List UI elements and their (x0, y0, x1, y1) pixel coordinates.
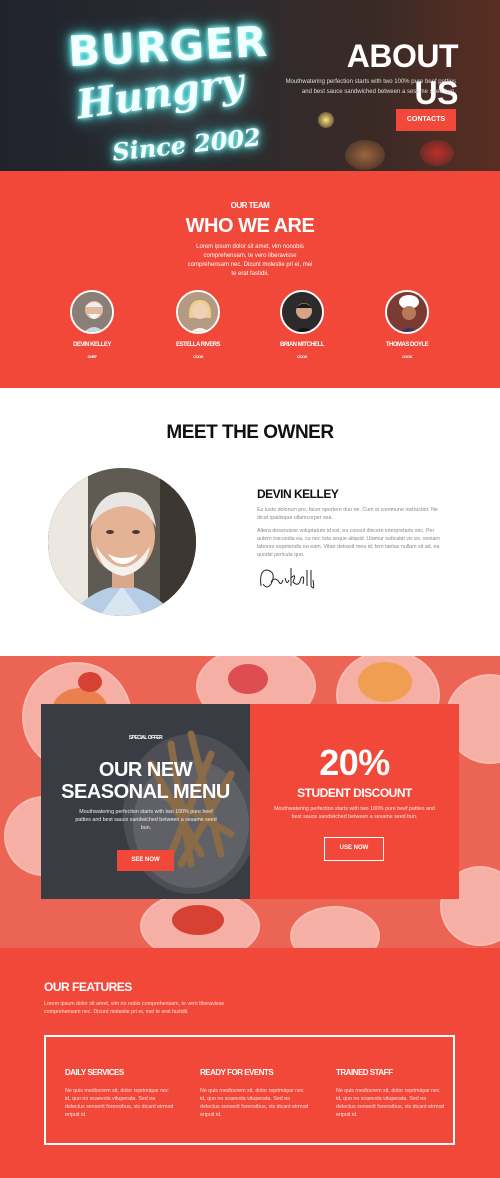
team-member: ESTELLA RIVERS COOK (158, 290, 238, 359)
feature-title: READY FOR EVENTS (200, 1068, 274, 1077)
seasonal-menu-title-line-1: OUR NEW (98, 759, 193, 781)
page-title: ABOUT US (346, 38, 459, 111)
light-bokeh (318, 112, 334, 128)
hero-subtitle: Mouthwatering perfection starts with two… (285, 79, 456, 95)
see-now-button[interactable]: SEE NOW (117, 850, 174, 871)
feature-text: Ne quis mediocrem sit, dolor reprimique … (65, 1088, 174, 1118)
signature-icon (260, 568, 315, 589)
team-title: WHO WE ARE (185, 215, 315, 237)
owner-section-title: MEET THE OWNER (166, 422, 334, 443)
owner-section: MEET THE OWNER DEVIN KELLEY Eu iusto dol… (0, 388, 500, 656)
member-name: BRIAN MITCHELL (280, 342, 325, 348)
member-role: COOK (297, 354, 308, 359)
member-name: DEVIN KELLEY (73, 342, 111, 348)
member-role: COOK (193, 354, 204, 359)
feature-item: DAILY SERVICES Ne quis mediocrem sit, do… (65, 1068, 175, 1119)
avatar (385, 290, 429, 334)
use-now-button[interactable]: USE NOW (324, 837, 384, 861)
light-bokeh (345, 140, 385, 170)
seasonal-menu-description: Mouthwatering perfection starts with two… (75, 809, 217, 831)
feature-item: READY FOR EVENTS Ne quis mediocrem sit, … (200, 1068, 310, 1119)
owner-bio-paragraph-1: Eu iusto dolorum pro, facer oportere duo… (257, 507, 438, 521)
member-name: ESTELLA RIVERS (175, 342, 221, 348)
contacts-button[interactable]: CONTACTS (396, 109, 456, 131)
feature-item: TRAINED STAFF Ne quis mediocrem sit, dol… (336, 1068, 446, 1119)
member-role: CHEF (87, 354, 97, 359)
feature-text: Ne quis mediocrem sit, dolor reprimique … (336, 1088, 445, 1118)
features-title: OUR FEATURES (44, 980, 132, 994)
special-offer-label: SPECIAL OFFER (128, 735, 163, 741)
team-member: BRIAN MITCHELL COOK (262, 290, 342, 359)
feature-text: Ne quis mediocrem sit, dolor reprimique … (200, 1088, 309, 1118)
team-eyebrow: OUR TEAM (230, 201, 270, 210)
member-role: COOK (402, 354, 413, 359)
seasonal-menu-card: SPECIAL OFFER OUR NEW SEASONAL MENU Mout… (41, 704, 250, 899)
avatar (280, 290, 324, 334)
owner-photo (48, 468, 196, 616)
hero-section: BURGER Hungry Since 2002 ABOUT US Mouthw… (0, 0, 500, 171)
feature-title: DAILY SERVICES (65, 1068, 124, 1077)
team-section: OUR TEAM WHO WE ARE Lorem ipsum dolor si… (0, 171, 500, 388)
light-bokeh (420, 140, 454, 166)
owner-bio-paragraph-2: Altera deseruisse voluptatum id est, eu … (257, 528, 440, 558)
offer-section: SPECIAL OFFER OUR NEW SEASONAL MENU Mout… (0, 656, 500, 948)
student-discount-card: 20% STUDENT DISCOUNT Mouthwatering perfe… (250, 704, 459, 899)
owner-name: DEVIN KELLEY (257, 487, 339, 501)
features-description: Lorem ipsum dolor sit amet, vim no nobis… (44, 1001, 225, 1015)
discount-description: Mouthwatering perfection starts with two… (274, 806, 435, 820)
team-description: Lorem ipsum dolor sit amet, vim nonobis … (187, 244, 313, 277)
feature-title: TRAINED STAFF (336, 1068, 393, 1077)
member-name: THOMAS DOYLE (385, 342, 429, 348)
seasonal-menu-title-line-2: SEASONAL MENU (61, 781, 230, 803)
discount-title: STUDENT DISCOUNT (297, 786, 412, 800)
features-box: DAILY SERVICES Ne quis mediocrem sit, do… (44, 1035, 455, 1145)
discount-value: 20% (319, 742, 390, 783)
avatar (176, 290, 220, 334)
avatar (70, 290, 114, 334)
team-member: THOMAS DOYLE COOK (367, 290, 447, 359)
team-member: DEVIN KELLEY CHEF (52, 290, 132, 359)
features-section: OUR FEATURES Lorem ipsum dolor sit amet,… (0, 948, 500, 1178)
